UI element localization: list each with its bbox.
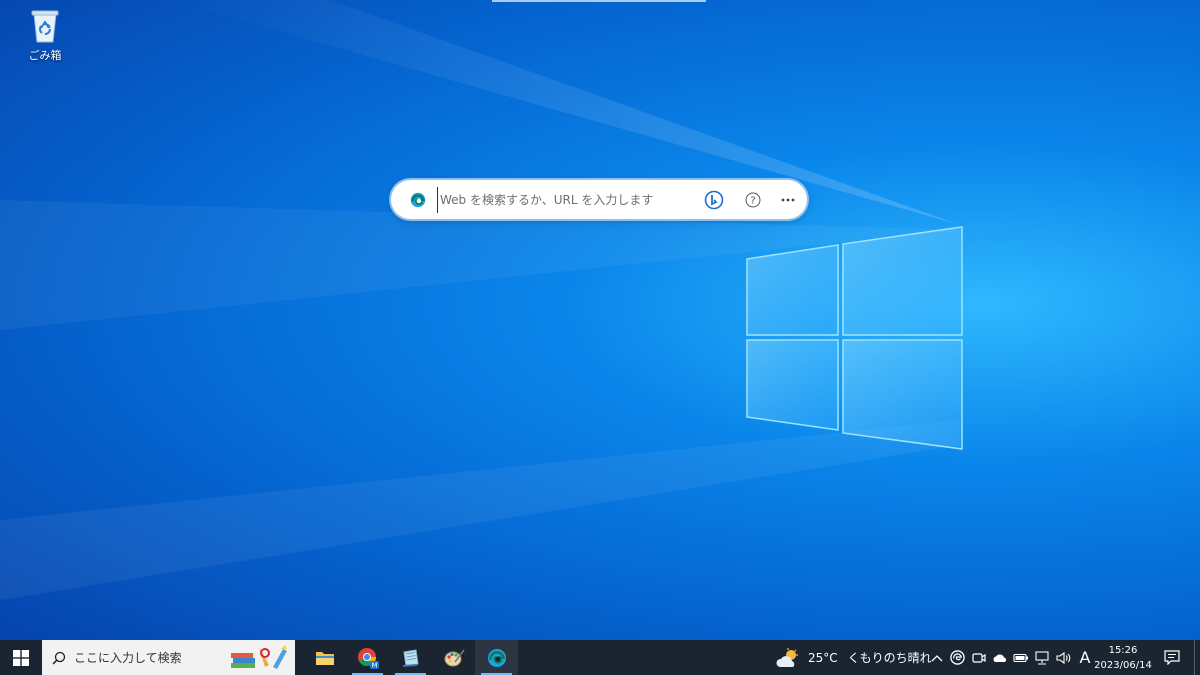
edge-icon	[487, 648, 506, 667]
notification-icon	[1164, 650, 1180, 665]
edge-tray-icon	[950, 650, 965, 665]
taskbar-search-box[interactable]: ここに入力して検索	[42, 640, 295, 675]
tray-network[interactable]	[1031, 640, 1052, 675]
tray-volume[interactable]	[1052, 640, 1073, 675]
edge-search-input[interactable]	[437, 186, 687, 213]
action-center-button[interactable]	[1158, 640, 1186, 675]
taskbar-app-edge[interactable]	[475, 640, 518, 675]
chrome-icon: M	[357, 647, 379, 669]
start-button[interactable]	[0, 640, 42, 675]
taskbar-app-notebook[interactable]	[389, 640, 432, 675]
taskbar-app-file-explorer[interactable]	[303, 640, 346, 675]
edge-logo-icon	[410, 192, 426, 207]
windows-start-icon	[13, 649, 29, 666]
taskbar-search-placeholder: ここに入力して検索	[74, 651, 182, 665]
search-icon	[52, 651, 66, 665]
palette-icon	[444, 649, 465, 666]
weather-temperature: 25°C	[808, 650, 838, 665]
windows-logo-wallpaper	[746, 226, 963, 450]
folder-icon	[315, 651, 334, 665]
search-highlight-illustration-icon	[231, 645, 287, 669]
more-options-button[interactable]	[777, 189, 799, 211]
tray-onedrive[interactable]	[989, 640, 1010, 675]
bing-chat-button[interactable]	[703, 189, 725, 211]
svg-text:?: ?	[750, 195, 755, 206]
taskbar-app-paint[interactable]	[432, 640, 475, 675]
bing-icon	[704, 190, 724, 209]
weather-description: くもりのち晴れ	[847, 651, 932, 665]
taskbar: ここに入力して検索 M 25°C くもりのち晴れ A 15:26 2023/06…	[0, 640, 1200, 675]
show-desktop-button[interactable]	[1194, 640, 1200, 675]
battery-icon	[1012, 653, 1028, 662]
taskbar-clock[interactable]: 15:26 2023/06/14	[1092, 640, 1154, 675]
show-hidden-icons-button[interactable]	[926, 640, 947, 675]
help-icon: ?	[745, 192, 761, 207]
help-button[interactable]: ?	[742, 189, 764, 211]
volume-icon	[1055, 651, 1070, 664]
tray-meet-now[interactable]	[968, 640, 989, 675]
partly-cloudy-icon	[776, 647, 798, 667]
weather-widget[interactable]: 25°C くもりのち晴れ	[776, 640, 932, 675]
onedrive-icon	[993, 653, 1006, 662]
chevron-up-icon	[931, 654, 942, 661]
tray-edge[interactable]	[947, 640, 968, 675]
desktop-icon-recycle-bin[interactable]: ごみ箱	[22, 6, 68, 63]
notebook-icon	[402, 648, 419, 667]
system-tray: A	[926, 640, 1097, 675]
desktop-icon-label: ごみ箱	[28, 49, 62, 62]
tray-battery[interactable]	[1010, 640, 1031, 675]
more-icon	[781, 198, 795, 201]
window-edge-strip	[492, 0, 706, 2]
meet-icon	[971, 652, 986, 663]
taskbar-app-chrome[interactable]: M	[346, 640, 389, 675]
clock-time: 15:26	[1108, 644, 1138, 656]
wallpaper-light-beams	[0, 0, 960, 600]
recycle-bin-icon	[31, 10, 59, 43]
network-icon	[1034, 650, 1049, 665]
clock-date: 2023/06/14	[1094, 659, 1152, 671]
edge-search-bar[interactable]: ?	[391, 180, 807, 219]
svg-text:M: M	[371, 661, 377, 669]
desktop: ごみ箱 ?	[0, 0, 1200, 640]
